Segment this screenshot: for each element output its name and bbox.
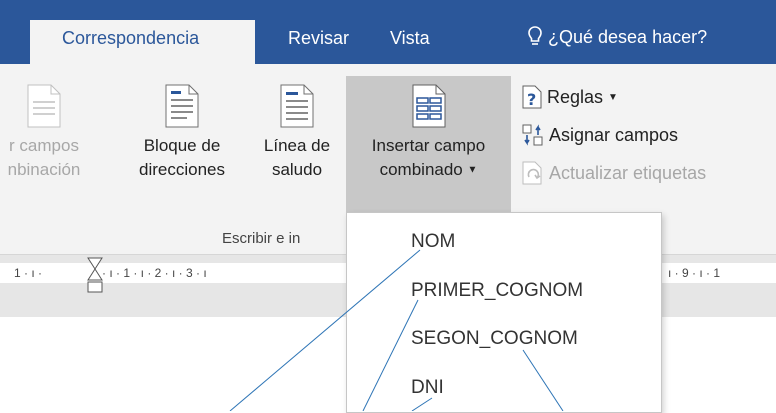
chevron-down-icon: ▼: [467, 164, 478, 176]
linea-saludo-line1: Línea de: [263, 136, 331, 155]
ribbon-tab-bar: Correspondencia Revisar Vista ¿Qué desea…: [0, 0, 776, 64]
linea-saludo-line2: saludo: [271, 160, 323, 179]
small-button-stack: ? Reglas ▼ Asignar campos Actualizar eti…: [522, 78, 706, 192]
bloque-direcciones-button[interactable]: Bloque de direcciones: [118, 84, 246, 182]
tab-vista[interactable]: Vista: [390, 28, 430, 49]
greeting-line-icon: [280, 84, 314, 128]
rules-icon: ?: [522, 85, 542, 109]
asignar-campos-button[interactable]: Asignar campos: [522, 116, 706, 154]
merge-field-dropdown: NOM PRIMER_COGNOM SEGON_COGNOM DNI: [346, 212, 662, 413]
resaltar-campos-line1: r campos: [9, 136, 79, 155]
svg-text:?: ?: [527, 90, 536, 109]
insertar-campo-line2: combinado: [379, 160, 463, 179]
tab-revisar[interactable]: Revisar: [288, 28, 349, 49]
reglas-button[interactable]: ? Reglas ▼: [522, 78, 706, 116]
match-fields-icon: [522, 124, 543, 146]
menu-item-primer-cognom[interactable]: PRIMER_COGNOM: [411, 280, 583, 302]
ruler-marks: · ı · 1 · ı · 2 · ı · 3 · ı: [102, 266, 207, 280]
tell-me-search[interactable]: ¿Qué desea hacer?: [528, 26, 707, 48]
actualizar-etiquetas-label: Actualizar etiquetas: [549, 162, 707, 183]
insert-field-icon: [412, 84, 445, 128]
ruler-right-marks: ı · 9 · ı · 1: [668, 266, 721, 280]
resaltar-campos-line2: nbinación: [7, 160, 81, 179]
ruler-left-marks: 1 · ı ·: [14, 266, 43, 280]
actualizar-etiquetas-button[interactable]: Actualizar etiquetas: [522, 154, 706, 192]
menu-item-dni[interactable]: DNI: [411, 377, 444, 399]
bloque-direcciones-line1: Bloque de: [143, 136, 221, 155]
resaltar-campos-button[interactable]: r campos nbinación: [0, 84, 108, 182]
menu-item-nom[interactable]: NOM: [411, 231, 455, 253]
insertar-campo-combinado-button[interactable]: Insertar campo combinado ▼: [346, 76, 511, 222]
tab-correspondencia[interactable]: Correspondencia: [30, 20, 255, 64]
indent-marker-icon[interactable]: [87, 257, 103, 305]
address-block-icon: [165, 84, 199, 128]
insertar-campo-line2-wrap: combinado ▼: [346, 158, 511, 183]
menu-item-segon-cognom[interactable]: SEGON_COGNOM: [411, 328, 578, 350]
insertar-campo-line1: Insertar campo: [371, 136, 486, 155]
bloque-direcciones-line2: direcciones: [139, 160, 225, 179]
update-labels-icon: [522, 161, 542, 185]
asignar-campos-label: Asignar campos: [549, 124, 679, 145]
linea-saludo-button[interactable]: Línea de saludo: [250, 84, 344, 182]
reglas-label: Reglas: [547, 86, 604, 107]
lightbulb-icon: [528, 26, 542, 45]
document-icon: [27, 84, 61, 128]
group-label-escribir: Escribir e in: [222, 230, 301, 247]
chevron-down-icon: ▼: [608, 91, 618, 103]
tell-me-label: ¿Qué desea hacer?: [548, 26, 708, 47]
